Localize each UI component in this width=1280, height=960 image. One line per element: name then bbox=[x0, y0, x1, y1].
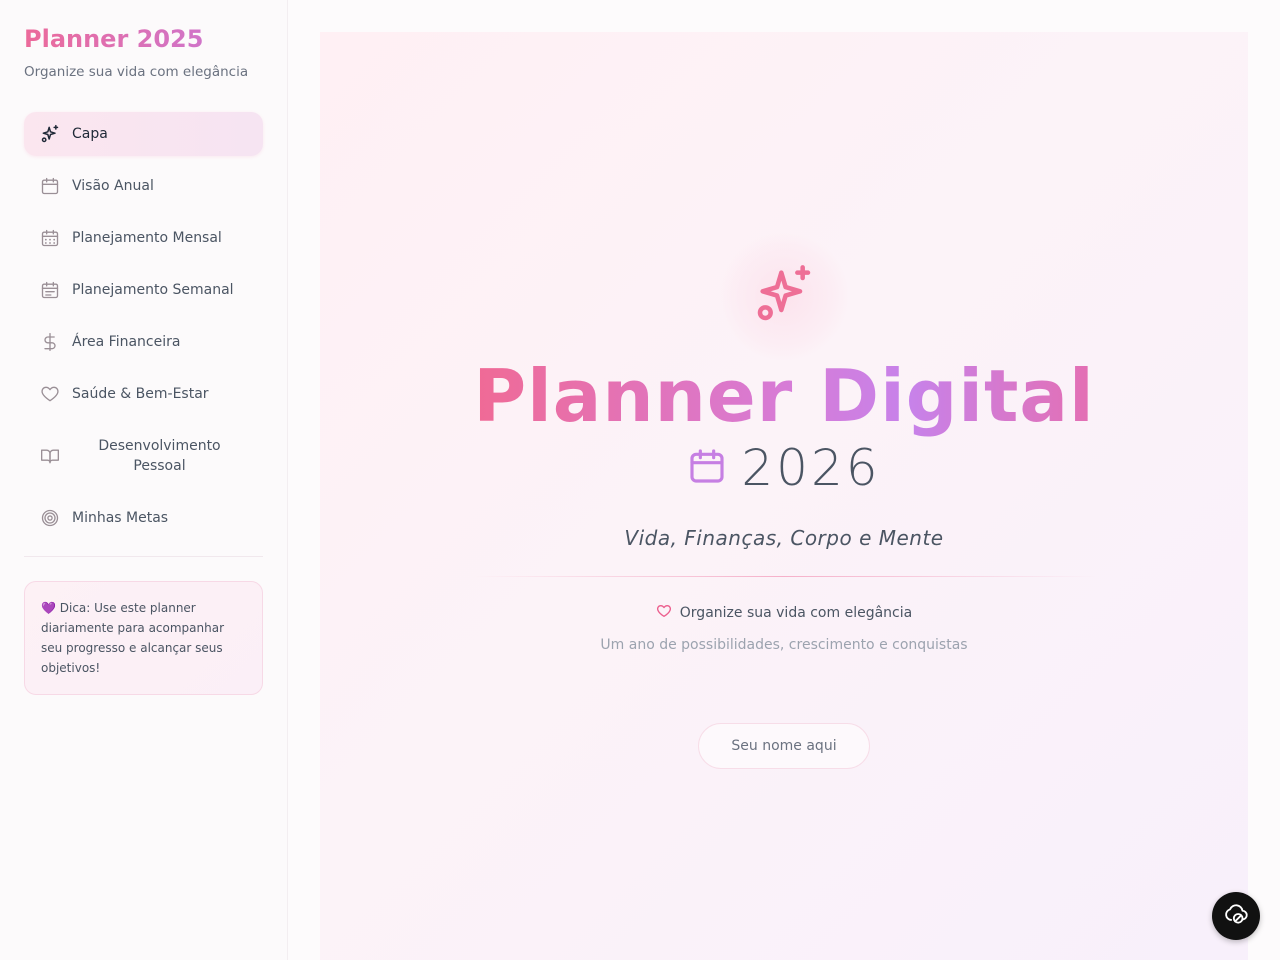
sidebar-item-label: Visão Anual bbox=[72, 178, 154, 194]
sidebar-subtitle: Organize sua vida com elegância bbox=[24, 64, 249, 80]
sidebar-item-minhas-metas[interactable]: Minhas Metas bbox=[24, 496, 263, 540]
sidebar-divider bbox=[24, 556, 263, 557]
calendar-grid-icon bbox=[40, 228, 60, 248]
app-root: Planner 2025 Organize sua vida com elegâ… bbox=[0, 0, 1280, 960]
eye-off-icon bbox=[1223, 901, 1249, 931]
main-content: Planner Digital 2026 Vida, Finanças, Cor… bbox=[288, 0, 1280, 960]
sidebar-item-label: Saúde & Bem-Estar bbox=[72, 386, 209, 402]
sidebar-item-label: Planejamento Semanal bbox=[72, 282, 234, 298]
calendar-week-icon bbox=[40, 280, 60, 300]
cover-sparkle-badge bbox=[720, 232, 848, 360]
sidebar-item-visao-anual[interactable]: Visão Anual bbox=[24, 164, 263, 208]
sidebar-item-label: Planejamento Mensal bbox=[72, 230, 222, 246]
sidebar-item-capa[interactable]: Capa bbox=[24, 112, 263, 156]
target-icon bbox=[40, 508, 60, 528]
sidebar: Planner 2025 Organize sua vida com elegâ… bbox=[0, 0, 288, 960]
sidebar-item-label: Desenvolvimento Pessoal bbox=[98, 438, 221, 474]
tip-box: 💜 Dica: Use este planner diariamente par… bbox=[24, 581, 263, 695]
cover-subslogan: Um ano de possibilidades, crescimento e … bbox=[600, 637, 968, 653]
sidebar-title: Planner 2025 bbox=[24, 24, 263, 54]
sidebar-item-label: Área Financeira bbox=[72, 334, 181, 350]
calendar-icon bbox=[687, 446, 727, 490]
cover-year-row: 2026 bbox=[687, 438, 880, 498]
cover-title: Planner Digital bbox=[473, 354, 1095, 438]
sidebar-item-planejamento-mensal[interactable]: Planejamento Mensal bbox=[24, 216, 263, 260]
cover-divider bbox=[472, 576, 1096, 577]
dollar-icon bbox=[40, 332, 60, 352]
sidebar-item-saude-bem-estar[interactable]: Saúde & Bem-Estar bbox=[24, 372, 263, 416]
sidebar-item-label: Minhas Metas bbox=[72, 510, 169, 526]
sparkles-icon bbox=[752, 262, 816, 330]
sidebar-item-area-financeira[interactable]: Área Financeira bbox=[24, 320, 263, 364]
cover-year: 2026 bbox=[741, 439, 881, 497]
heart-icon bbox=[656, 603, 672, 623]
cover-page: Planner Digital 2026 Vida, Finanças, Cor… bbox=[320, 32, 1248, 960]
sparkles-icon bbox=[40, 124, 60, 144]
sidebar-item-planejamento-semanal[interactable]: Planejamento Semanal bbox=[24, 268, 263, 312]
cover-tagline: Vida, Finanças, Corpo e Mente bbox=[624, 526, 944, 550]
sidebar-item-desenvolvimento-pessoal[interactable]: Desenvolvimento Pessoal bbox=[24, 424, 263, 488]
sidebar-nav: Capa Visão Anual Planejamento Mensal Pla… bbox=[24, 112, 263, 540]
book-open-icon bbox=[40, 446, 60, 466]
name-field[interactable]: Seu nome aqui bbox=[698, 723, 870, 769]
sidebar-item-label: Capa bbox=[72, 126, 108, 142]
cover-slogan: Organize sua vida com elegância bbox=[656, 603, 912, 623]
cover-slogan-text: Organize sua vida com elegância bbox=[679, 605, 913, 621]
heart-icon bbox=[40, 384, 60, 404]
calendar-icon bbox=[40, 176, 60, 196]
accessibility-toggle-button[interactable] bbox=[1212, 892, 1260, 940]
